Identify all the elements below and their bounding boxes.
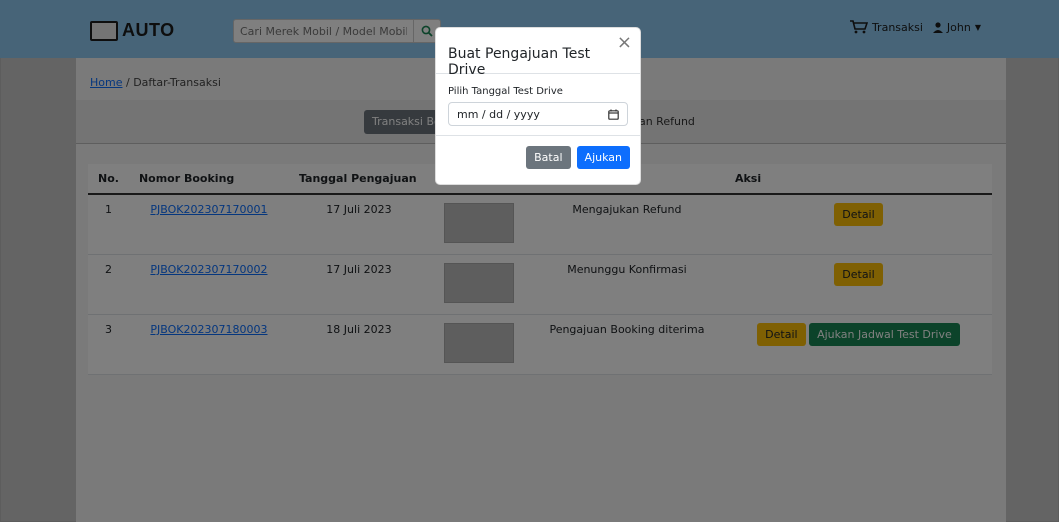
modal-footer: Batal Ajukan [436,136,640,169]
date-field-label: Pilih Tanggal Test Drive [448,86,563,97]
modal-body: Pilih Tanggal Test Drive mm / dd / yyyy [436,74,640,136]
test-drive-modal: Buat Pengajuan Test Drive × Pilih Tangga… [435,27,641,185]
date-input[interactable]: mm / dd / yyyy [448,102,628,126]
submit-button[interactable]: Ajukan [576,146,630,169]
modal-header: Buat Pengajuan Test Drive × [436,28,640,78]
calendar-icon[interactable] [608,109,619,120]
date-placeholder: mm / dd / yyyy [457,107,540,121]
modal-title: Buat Pengajuan Test Drive [448,46,591,78]
cancel-button[interactable]: Batal [526,146,571,169]
close-icon[interactable]: × [617,32,632,53]
